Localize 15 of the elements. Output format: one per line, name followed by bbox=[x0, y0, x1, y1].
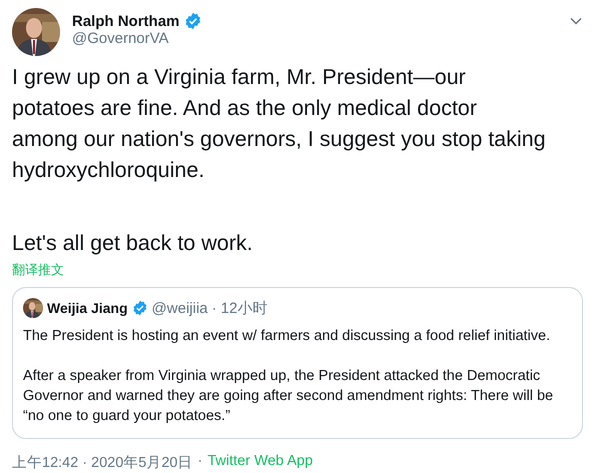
separator-dot: · bbox=[198, 453, 202, 471]
tweet-text: Let's all get back to work. bbox=[12, 230, 254, 257]
separator-dot: · bbox=[212, 300, 217, 316]
author-name[interactable]: Ralph Northam bbox=[72, 12, 180, 30]
author-handle[interactable]: @GovernorVA bbox=[72, 30, 557, 47]
quoted-author-name: Weijia Jiang bbox=[47, 300, 128, 316]
tweet-timestamp[interactable]: 上午12:42 · 2020年5月20日 bbox=[12, 453, 193, 472]
quoted-tweet-card[interactable] bbox=[12, 287, 583, 439]
tweet-text: I grew up on a Virginia farm, Mr. President—our potatoes are fine. And as the only medical doctor among our nation's governors, I suggest you stop taking hydroxychloroquine. bbox=[12, 64, 547, 184]
quoted-tweet-text: The President is hosting an event w/ farmers and discussing a food relief initiative. bbox=[23, 327, 552, 346]
source-link[interactable]: Twitter Web App bbox=[207, 453, 313, 472]
quoted-author-handle: @weijiia bbox=[152, 300, 208, 316]
translate-link[interactable]: 翻译推文 bbox=[12, 261, 64, 279]
quoted-tweet-time: 12小时 bbox=[220, 298, 268, 318]
quoted-tweet-text: After a speaker from Virginia wrapped up, the President attacked the Democratic Governor and warned they are going after second amendment rights: There will be “no one to guard your potatoes.” bbox=[23, 367, 554, 426]
